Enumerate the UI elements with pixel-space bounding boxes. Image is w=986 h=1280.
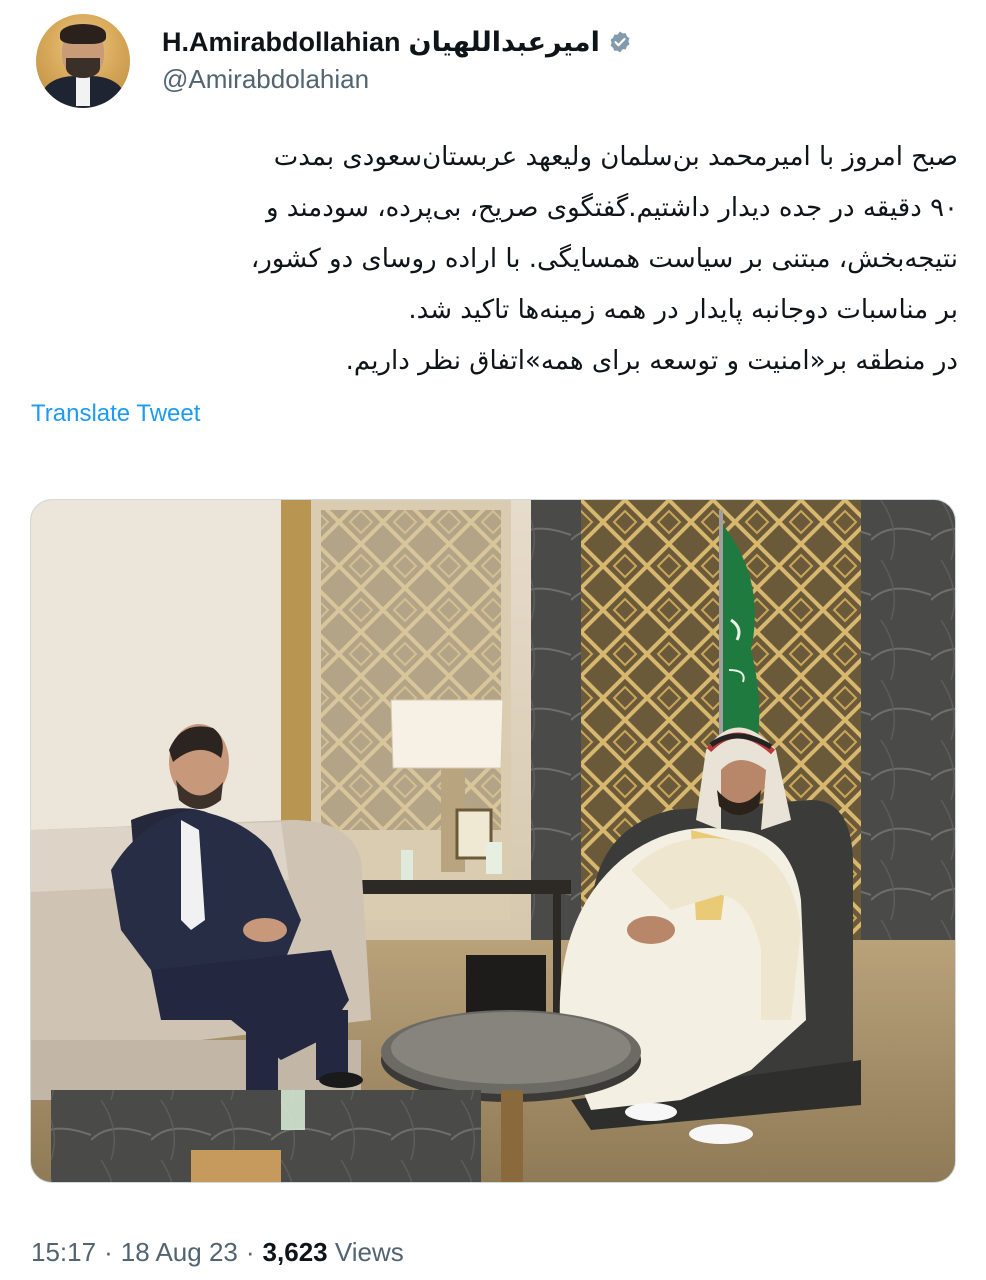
verified-badge-icon	[610, 31, 630, 53]
avatar[interactable]	[36, 14, 130, 108]
tweet-media-photo[interactable]	[30, 499, 956, 1183]
tweet-line: نتیجه‌بخش، مبتنی بر سیاست همسایگی. با ار…	[250, 244, 958, 274]
display-name-persian[interactable]: امیرعبداللهیان	[409, 27, 600, 58]
tweet-line: بر مناسبات دوجانبه پایدار در همه زمینه‌ه…	[408, 295, 958, 325]
display-name-row[interactable]: H.Amirabdollahian امیرعبداللهیان	[162, 26, 632, 58]
tweet-line: ۹۰ دقیقه در جده دیدار داشتیم.گفتگوی صریح…	[265, 193, 958, 223]
tweet-header: H.Amirabdollahian امیرعبداللهیان @Amirab…	[36, 14, 956, 114]
meeting-photo-icon	[31, 500, 955, 1182]
author-handle[interactable]: @Amirabdolahian	[162, 64, 632, 95]
views-count: 3,623	[262, 1237, 328, 1267]
tweet-line: صبح امروز با امیرمحمد بن‌سلمان ولیعهد عر…	[273, 142, 958, 172]
separator-dot: ·	[245, 1237, 255, 1267]
tweet-metadata: 15:17 · 18 Aug 23 · 3,623 Views	[31, 1237, 404, 1268]
tweet-text: صبح امروز با امیرمحمد بن‌سلمان ولیعهد عر…	[30, 132, 958, 387]
views-label: Views	[334, 1237, 404, 1267]
tweet-line: در منطقه بر«امنیت و توسعه برای همه»اتفاق…	[345, 346, 958, 376]
tweet-time[interactable]: 15:17	[31, 1237, 96, 1268]
display-name-latin[interactable]: H.Amirabdollahian	[162, 27, 401, 58]
translate-tweet-link[interactable]: Translate Tweet	[31, 400, 200, 428]
separator-dot: ·	[104, 1237, 113, 1267]
author-names: H.Amirabdollahian امیرعبداللهیان @Amirab…	[162, 26, 632, 95]
tweet-date[interactable]: 18 Aug 23	[121, 1237, 238, 1268]
